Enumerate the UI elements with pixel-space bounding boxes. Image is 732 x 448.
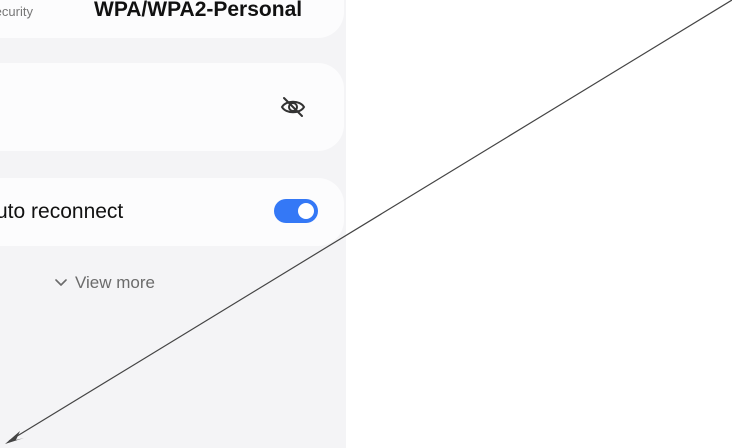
security-label: Security <box>0 4 33 19</box>
view-more-button[interactable]: View more <box>55 273 155 293</box>
auto-reconnect-row[interactable]: Auto reconnect <box>0 178 344 246</box>
chevron-down-icon <box>55 279 67 286</box>
security-card[interactable]: Security WPA/WPA2-Personal <box>0 0 344 38</box>
view-more-label: View more <box>75 273 155 292</box>
security-value: WPA/WPA2-Personal <box>94 0 303 21</box>
password-field[interactable] <box>0 63 344 151</box>
wifi-settings-panel: Security WPA/WPA2-Personal Auto reconnec… <box>0 0 346 448</box>
auto-reconnect-toggle[interactable] <box>274 199 318 223</box>
eye-off-icon[interactable] <box>280 96 306 118</box>
auto-reconnect-label: Auto reconnect <box>0 200 124 223</box>
toggle-knob <box>298 203 314 219</box>
